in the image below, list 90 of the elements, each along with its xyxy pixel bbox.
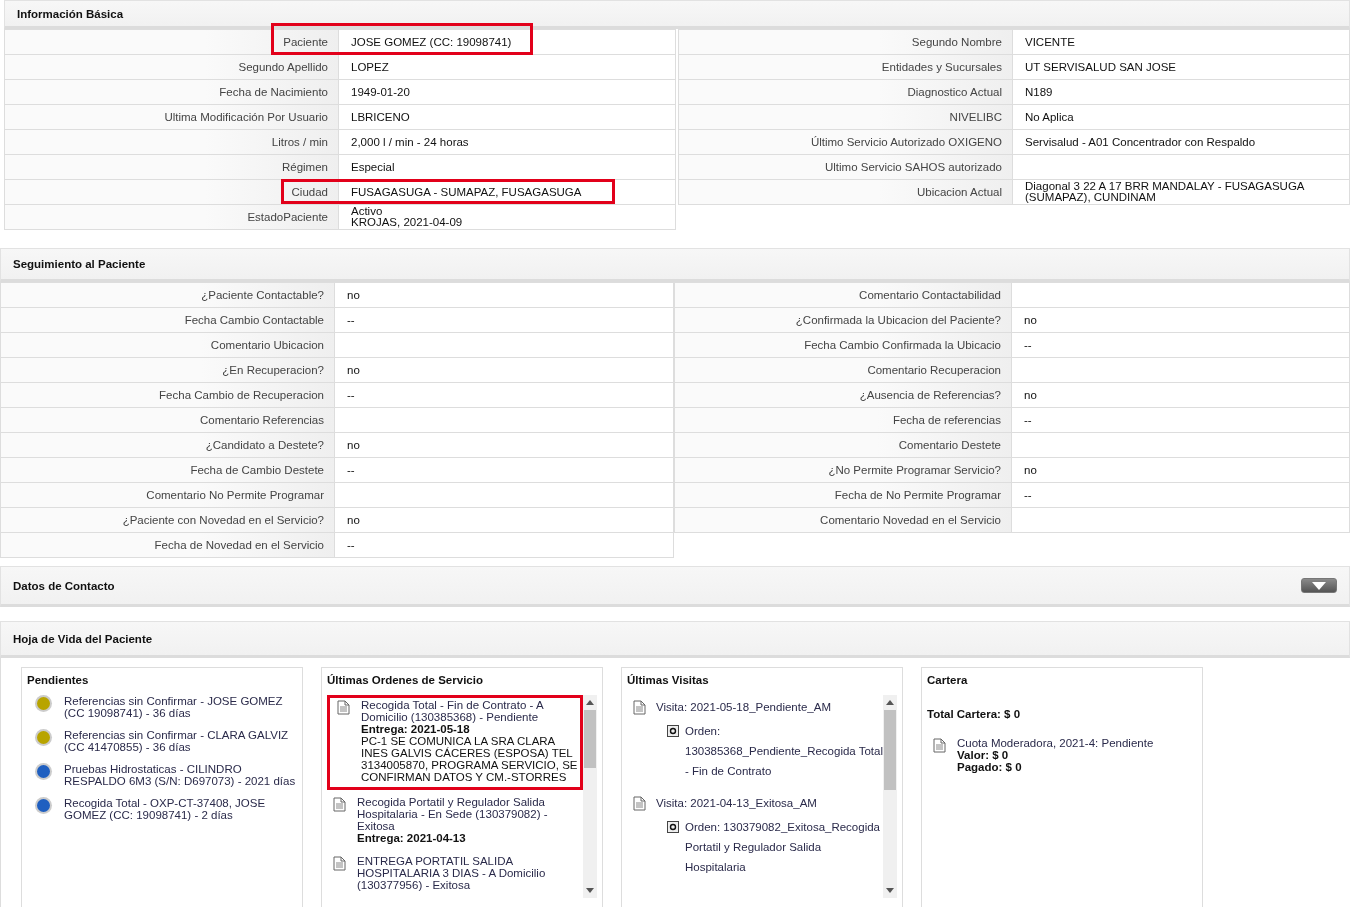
field-value: No Aplica bbox=[1025, 111, 1074, 123]
wallet-total: Total Cartera: $ 0 bbox=[927, 708, 1022, 720]
field-label: ¿Paciente Contactable? bbox=[1, 283, 335, 307]
field-value: Diagonal 3 22 A 17 BRR MANDALAY - FUSAGASUGA (SUMAPAZ), CUNDINAM bbox=[1025, 181, 1305, 203]
field-label: Ultima Modificación Por Usuario bbox=[5, 105, 339, 129]
field-label: Fecha de Nacimiento bbox=[5, 80, 339, 104]
pending-item[interactable]: Referencias sin Confirmar - JOSE GOMEZ (CC 19098741) - 36 días bbox=[64, 695, 297, 719]
panel-title: Últimas Ordenes de Servicio bbox=[327, 674, 484, 686]
field-value: N189 bbox=[1025, 86, 1053, 98]
field-value: VICENTE bbox=[1025, 36, 1075, 48]
field-value: no bbox=[1024, 389, 1037, 401]
wallet-item[interactable]: Cuota Moderadora, 2021-4: Pendiente bbox=[957, 737, 1154, 749]
visit-order: Orden: 130379082_Exitosa_Recogida Portatil y Regulador Salida Hospitalaria bbox=[685, 820, 881, 875]
field-label: EstadoPaciente bbox=[5, 205, 339, 229]
delivery-date: Entrega: 2021-05-18 bbox=[361, 723, 471, 735]
field-label: Último Servicio Autorizado OXIGENO bbox=[679, 130, 1013, 154]
pending-item[interactable]: Recogida Total - OXP-CT-37408, JOSE GOMEZ (CC: 19098741) - 2 días bbox=[64, 797, 297, 821]
field-value: LOPEZ bbox=[351, 61, 389, 73]
pending-item[interactable]: Referencias sin Confirmar - CLARA GALVIZ (CC 41470855) - 36 días bbox=[64, 729, 297, 753]
field-value: -- bbox=[347, 314, 355, 326]
wallet-amount: Valor: $ 0 bbox=[957, 749, 1010, 761]
field-label: ¿En Recuperacion? bbox=[1, 358, 335, 382]
field-label: Fecha de Cambio Destete bbox=[1, 458, 335, 482]
field-value: no bbox=[347, 364, 360, 376]
field-label: Diagnostico Actual bbox=[679, 80, 1013, 104]
field-label: Ultimo Servicio SAHOS autorizado bbox=[679, 155, 1013, 179]
field-label: Segundo Apellido bbox=[5, 55, 339, 79]
field-value: no bbox=[347, 289, 360, 301]
field-value: -- bbox=[347, 389, 355, 401]
field-label: Comentario Ubicacion bbox=[1, 333, 335, 357]
field-value: no bbox=[1024, 314, 1037, 326]
field-value: UT SERVISALUD SAN JOSE bbox=[1025, 61, 1177, 73]
section-title: Hoja de Vida del Paciente bbox=[13, 632, 153, 645]
order-link[interactable]: ENTREGA PORTATIL SALIDA HOSPITALARIA 3 DIAS - A Domicilio (130377956) - Exitosa bbox=[357, 855, 579, 891]
field-label: ¿Ausencia de Referencias? bbox=[675, 383, 1012, 407]
order-link[interactable]: Recogida Total - Fin de Contrato - A Domicilio (130385368) - Pendiente bbox=[361, 699, 581, 723]
field-label: Entidades y Sucursales bbox=[679, 55, 1013, 79]
field-value: 1949-01-20 bbox=[351, 86, 410, 98]
field-value: FUSAGASUGA - SUMAPAZ, FUSAGASUGA bbox=[351, 186, 582, 198]
field-label: Fecha de referencias bbox=[675, 408, 1012, 432]
field-label: Fecha Cambio de Recuperacion bbox=[1, 383, 335, 407]
field-label: Fecha Cambio Contactable bbox=[1, 308, 335, 332]
field-value: LBRICENO bbox=[351, 111, 410, 123]
field-label: Litros / min bbox=[5, 130, 339, 154]
field-label: Fecha de No Permite Programar bbox=[675, 483, 1012, 507]
field-label: Comentario Destete bbox=[675, 433, 1012, 457]
wallet-amount: Pagado: $ 0 bbox=[957, 761, 1023, 773]
pending-item[interactable]: Pruebas Hidrostaticas - CILINDRO RESPALDO 6M3 (S/N: D697073) - 2021 días bbox=[64, 763, 297, 787]
section-title: Información Básica bbox=[17, 7, 124, 20]
field-value: JOSE GOMEZ (CC: 19098741) bbox=[351, 36, 512, 48]
field-label: Paciente bbox=[5, 30, 339, 54]
order-link[interactable]: Recogida Portatil y Regulador Salida Hospitalaria - En Sede (130379082) - Exitosa bbox=[357, 796, 579, 832]
field-value: Activo KROJAS, 2021-04-09 bbox=[351, 206, 463, 228]
field-label: ¿Candidato a Destete? bbox=[1, 433, 335, 457]
field-value: -- bbox=[1024, 489, 1032, 501]
field-value: no bbox=[347, 514, 360, 526]
field-value: Especial bbox=[351, 161, 395, 173]
field-label: Fecha de Novedad en el Servicio bbox=[1, 533, 335, 557]
visit-order: Orden: 130385368_Pendiente_Recogida Total - Fin de Contrato bbox=[685, 724, 883, 779]
field-value: -- bbox=[1024, 414, 1032, 426]
field-value: no bbox=[1024, 464, 1037, 476]
field-value: -- bbox=[1024, 339, 1032, 351]
field-value: -- bbox=[347, 539, 355, 551]
field-label: ¿No Permite Programar Servicio? bbox=[675, 458, 1012, 482]
field-label: ¿Paciente con Novedad en el Servicio? bbox=[1, 508, 335, 532]
visit-link[interactable]: Visita: 2021-04-13_Exitosa_AM bbox=[656, 797, 817, 809]
field-label: Régimen bbox=[5, 155, 339, 179]
order-note: PC-1 SE COMUNICA LA SRA CLARA INES GALVIS CÁCERES (ESPOSA) TEL 3134005870, PROGRAMA SERVICIO, SE CONFIRMAN DATOS Y CM.-STORRES bbox=[361, 735, 579, 783]
field-label: Comentario Referencias bbox=[1, 408, 335, 432]
field-value: no bbox=[347, 439, 360, 451]
field-value: -- bbox=[347, 464, 355, 476]
field-label: Ciudad bbox=[5, 180, 339, 204]
visit-link[interactable]: Visita: 2021-05-18_Pendiente_AM bbox=[656, 701, 831, 713]
section-title: Seguimiento al Paciente bbox=[13, 258, 146, 270]
field-label: ¿Confirmada la Ubicacion del Paciente? bbox=[675, 308, 1012, 332]
delivery-date: Entrega: 2021-04-13 bbox=[357, 832, 467, 844]
field-value: Servisalud - A01 Concentrador con Respaldo bbox=[1025, 136, 1256, 148]
field-label: Comentario Novedad en el Servicio bbox=[675, 508, 1012, 532]
field-label: Ubicacion Actual bbox=[679, 180, 1013, 204]
panel-title: Últimas Visitas bbox=[627, 674, 710, 686]
field-label: Comentario No Permite Programar bbox=[1, 483, 335, 507]
panel-title: Cartera bbox=[927, 674, 969, 686]
section-title: Datos de Contacto bbox=[13, 579, 115, 592]
field-label: Segundo Nombre bbox=[679, 30, 1013, 54]
field-label: Comentario Recuperacion bbox=[675, 358, 1012, 382]
field-label: Fecha Cambio Confirmada la Ubicacio bbox=[675, 333, 1012, 357]
field-value: 2,000 l / min - 24 horas bbox=[351, 136, 469, 148]
field-label: Comentario Contactabilidad bbox=[675, 283, 1012, 307]
field-label: NIVELIBC bbox=[679, 105, 1013, 129]
panel-title: Pendientes bbox=[27, 674, 90, 686]
